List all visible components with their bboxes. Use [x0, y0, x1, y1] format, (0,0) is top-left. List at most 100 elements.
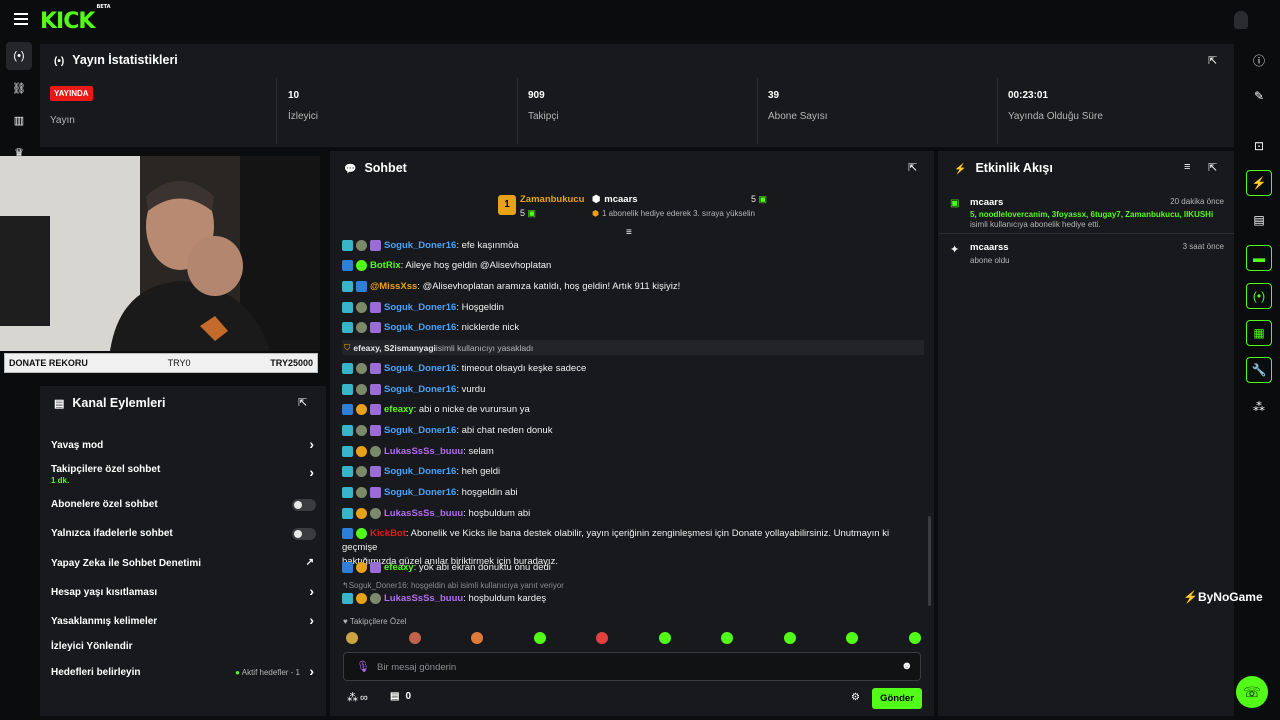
- badge-icon: [370, 240, 381, 251]
- emote-icon[interactable]: [783, 632, 796, 644]
- badge-icon: [342, 446, 353, 457]
- avatar[interactable]: [1234, 11, 1248, 29]
- chat-username[interactable]: Soguk_Doner16: [384, 239, 456, 253]
- emote-icon[interactable]: [533, 632, 546, 644]
- link-icon[interactable]: ⛓: [6, 74, 32, 102]
- focus-icon[interactable]: ⊡: [1246, 133, 1272, 159]
- right-nav: ⓘ ✎ ⊡ ⚡ ▤ ▬ (•) ▦ 🔧 ⁂ ☏: [1236, 40, 1280, 720]
- badge-icon: [356, 508, 367, 519]
- emote-icon[interactable]: [846, 632, 858, 644]
- chat-icon: 💬: [344, 164, 357, 175]
- badge-icon: [342, 508, 353, 519]
- chat-text: : Hoşgeldin: [456, 302, 504, 313]
- chat-username[interactable]: Soguk_Doner16: [384, 301, 456, 315]
- analytics-icon[interactable]: ▥: [6, 106, 32, 134]
- info-icon[interactable]: ⓘ: [1246, 47, 1272, 73]
- popout-icon[interactable]: ⇱: [1208, 161, 1217, 174]
- lightning-icon[interactable]: ⚡: [1246, 170, 1272, 196]
- popout-icon[interactable]: ⇱: [298, 396, 307, 409]
- chat-text: : timeout olsaydı keşke sadece: [456, 363, 587, 374]
- raid-row[interactable]: İzleyici Yönlendir: [51, 641, 316, 652]
- chat-username[interactable]: @MissXss: [370, 280, 417, 294]
- emotes-only-row: Yalnızca ifadelerle sohbet: [51, 528, 316, 540]
- chat-username[interactable]: Soguk_Doner16: [384, 486, 456, 500]
- channel-actions-panel: ▤ Kanal Eylemleri ⇱ Yavaş mod › Takipçiler…: [40, 386, 326, 716]
- row-label: Hesap yaşı kısıtlaması: [51, 587, 158, 598]
- chat-username[interactable]: Soguk_Doner16: [384, 424, 456, 438]
- chat-username[interactable]: Soguk_Doner16: [384, 465, 456, 479]
- chat-text: : abi chat neden donuk: [456, 425, 553, 436]
- stat-label: İzleyici: [288, 111, 319, 122]
- slow-mode-row[interactable]: Yavaş mod ›: [51, 436, 316, 452]
- chat-message: LukasSsSs_buuu: selam: [342, 445, 918, 459]
- emoji-icon[interactable]: ☻: [901, 660, 913, 672]
- chat-username[interactable]: Soguk_Doner16: [384, 321, 456, 335]
- chat-input[interactable]: 🎙 Bir mesaj gönderin ☻: [343, 652, 921, 681]
- followers-only-row[interactable]: Takipçilere özel sohbet 1 dk. ›: [51, 464, 316, 485]
- chat-username[interactable]: Soguk_Doner16: [384, 383, 456, 397]
- logo-beta: BETA: [96, 3, 111, 10]
- emote-icon[interactable]: [908, 632, 921, 644]
- emote-icon[interactable]: [721, 632, 733, 644]
- leader2[interactable]: ⬢ mcaars: [592, 194, 638, 205]
- menu-icon[interactable]: [14, 13, 28, 25]
- layout-icon[interactable]: ▦: [1246, 320, 1272, 346]
- popout-icon[interactable]: ⇱: [908, 161, 917, 174]
- edit-icon[interactable]: ✎: [1246, 83, 1272, 109]
- broadcast-icon[interactable]: (•): [6, 42, 32, 70]
- emotes-only-toggle[interactable]: [292, 528, 316, 540]
- badge-icon: [342, 562, 353, 573]
- activity-user[interactable]: mcaarss: [970, 242, 1009, 253]
- apps-icon[interactable]: ⁂: [1246, 394, 1272, 420]
- chat-icon[interactable]: ▬: [1246, 245, 1272, 271]
- chat-scrollbar[interactable]: [928, 516, 931, 606]
- emote-icon[interactable]: [471, 632, 483, 644]
- external-link-icon: ↗: [305, 557, 314, 568]
- chat-username[interactable]: LukasSsSs_buuu: [384, 445, 463, 459]
- stream-preview[interactable]: [0, 156, 320, 351]
- kicks-icon[interactable]: ⁂ ∞: [347, 691, 368, 704]
- row-label: Yavaş mod: [51, 440, 104, 451]
- badge-icon: [356, 322, 367, 333]
- wrench-icon[interactable]: 🔧: [1246, 357, 1272, 383]
- chat-text: : efe kaşınmöa: [456, 240, 519, 251]
- emote-icon[interactable]: [346, 632, 358, 644]
- chat-text: : heh geldi: [456, 466, 501, 477]
- emote-icon[interactable]: [596, 632, 608, 644]
- chat-username[interactable]: Soguk_Doner16: [384, 362, 456, 376]
- goals-status: ● Aktif hedefler - 1: [235, 668, 300, 677]
- emote-icon[interactable]: [658, 632, 671, 644]
- document-icon[interactable]: ▤: [1246, 207, 1272, 233]
- account-age-row[interactable]: Hesap yaşı kısıtlaması ›: [51, 583, 316, 599]
- chat-username[interactable]: efeaxy: [384, 561, 414, 575]
- support-icon[interactable]: ☏: [1236, 676, 1268, 708]
- badge-icon: [356, 384, 367, 395]
- subscribers-only-toggle[interactable]: [292, 499, 316, 511]
- gift-counter[interactable]: ▤ 0: [390, 691, 411, 702]
- chat-username[interactable]: LukasSsSs_buuu: [384, 507, 463, 521]
- status-dot-icon: ●: [235, 668, 242, 677]
- collapse-leaderboard-icon[interactable]: ≡: [626, 227, 632, 238]
- settings-icon[interactable]: ⚙: [851, 692, 860, 703]
- badge-icon: [370, 425, 381, 436]
- leader-name[interactable]: Zamanbukucu: [520, 194, 584, 205]
- chat-username[interactable]: BotRix: [370, 259, 401, 273]
- kick-logo[interactable]: KICKBETA: [40, 4, 111, 34]
- broadcast-icon[interactable]: (•): [1246, 283, 1272, 309]
- goals-row[interactable]: Hedefleri belirleyin ● Aktif hedefler - 1…: [51, 663, 316, 679]
- send-button[interactable]: Gönder: [872, 688, 922, 709]
- chat-username[interactable]: LukasSsSs_buuu: [384, 592, 463, 606]
- chat-username[interactable]: efeaxy: [384, 403, 414, 417]
- banned-words-row[interactable]: Yasaklanmış kelimeler ›: [51, 612, 316, 628]
- emote-icon[interactable]: [408, 632, 421, 644]
- microphone-icon[interactable]: 🎙: [356, 660, 370, 673]
- leader2-name: mcaars: [604, 194, 638, 205]
- lightning-icon: ⚡: [954, 164, 967, 175]
- chat-message: Soguk_Doner16: nicklerde nick: [342, 321, 918, 335]
- popout-icon[interactable]: ⇱: [1208, 54, 1217, 67]
- activity-user[interactable]: mcaars: [970, 197, 1003, 208]
- ai-moderation-row[interactable]: Yapay Zeka ile Sohbet Denetimi ↗: [51, 557, 316, 569]
- filter-icon[interactable]: ≡: [1184, 161, 1190, 173]
- logo-text: KICK: [40, 9, 95, 34]
- chat-username[interactable]: KickBot: [370, 528, 406, 539]
